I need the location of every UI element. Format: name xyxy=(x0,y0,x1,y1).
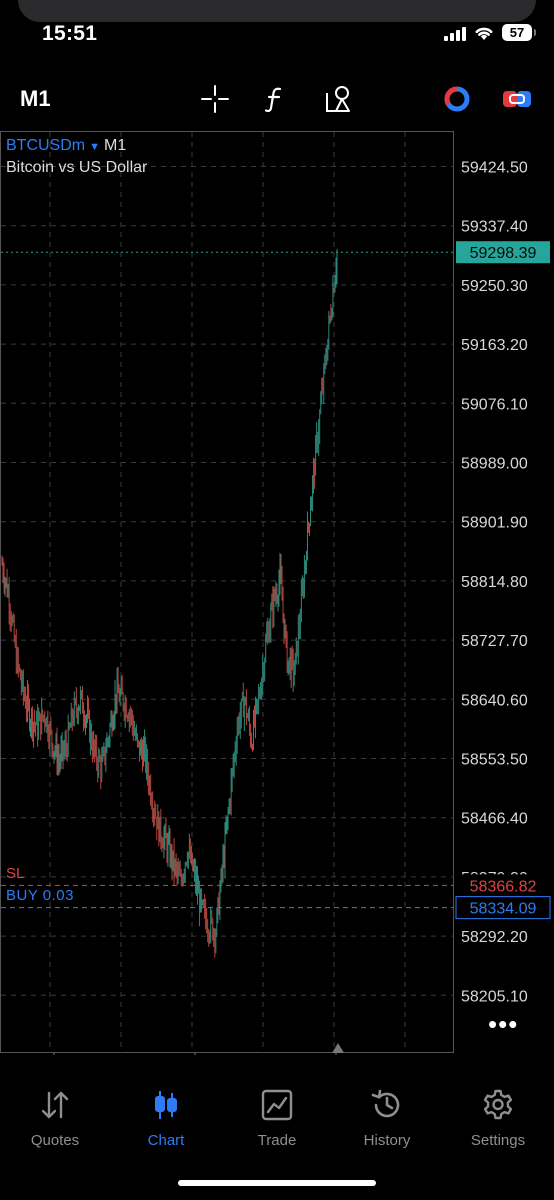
symbol-name[interactable]: BTCUSDm xyxy=(6,137,85,154)
price-axis-label: 58640.60 xyxy=(461,692,528,709)
buy-line-label[interactable]: BUY 0.03 xyxy=(6,887,74,904)
crosshair-icon xyxy=(201,85,229,113)
symbol-dropdown-icon[interactable]: ▼ xyxy=(89,141,100,153)
candles-icon xyxy=(155,1091,177,1119)
function-icon xyxy=(264,87,282,113)
history-clock-icon xyxy=(371,1089,400,1118)
price-axis-label: 58814.80 xyxy=(461,574,528,591)
symbol-description: Bitcoin vs US Dollar xyxy=(6,159,148,176)
price-axis-label: 58466.40 xyxy=(461,811,528,828)
trade-connect-button[interactable] xyxy=(500,82,534,116)
bottom-tab-bar: Quotes Chart Trade History Settings xyxy=(0,1080,554,1160)
price-axis-label: 59250.30 xyxy=(461,278,528,295)
price-axis-label: 59163.20 xyxy=(461,337,528,354)
tab-label-chart: Chart xyxy=(147,1132,185,1149)
buy-price-value: 58334.09 xyxy=(470,901,537,918)
tab-label-history: History xyxy=(363,1132,411,1149)
signals-button[interactable] xyxy=(440,82,474,116)
shapes-icon xyxy=(326,86,350,112)
tab-label-quotes: Quotes xyxy=(30,1132,80,1149)
sl-price-value: 58366.82 xyxy=(470,878,537,895)
chart-frame xyxy=(0,131,454,1053)
tab-quotes[interactable]: Quotes xyxy=(0,1088,110,1149)
price-axis-label: 59076.10 xyxy=(461,396,528,413)
chart-canvas[interactable]: 59424.50 59337.40 59250.30 59163.20 59076.10… xyxy=(0,131,554,1055)
price-axis-label: 58989.00 xyxy=(461,456,528,473)
symbol-timeframe: M1 xyxy=(104,137,127,154)
price-axis-label: 58205.10 xyxy=(461,988,528,1005)
battery-icon: 57 xyxy=(502,24,536,41)
sl-line-label[interactable]: SL xyxy=(6,865,24,882)
cellular-signal-icon xyxy=(444,25,466,41)
wifi-icon xyxy=(475,27,493,40)
status-icons: 57 xyxy=(444,24,536,41)
bid-price-value: 59298.39 xyxy=(470,245,537,262)
price-axis-label: 58901.90 xyxy=(461,515,528,532)
status-time: 15:51 xyxy=(42,22,98,45)
price-axis-label: 58727.70 xyxy=(461,633,528,650)
symbol-header[interactable]: BTCUSDm ▼ M1 xyxy=(6,137,126,155)
price-chart[interactable]: 59424.50 59337.40 59250.30 59163.20 59076.10… xyxy=(0,131,554,1055)
tab-trade[interactable]: Trade xyxy=(222,1088,332,1149)
more-options-icon[interactable]: ••• xyxy=(488,1011,518,1037)
home-indicator xyxy=(178,1180,376,1186)
tab-history[interactable]: History xyxy=(332,1088,442,1149)
timeframe-button[interactable]: M1 xyxy=(20,86,51,112)
objects-button[interactable] xyxy=(322,82,356,116)
gear-icon xyxy=(483,1089,513,1120)
status-bar: 15:51 57 xyxy=(0,0,554,60)
indicators-button[interactable] xyxy=(258,82,292,116)
ring-logo-icon xyxy=(444,86,470,112)
connect-icon xyxy=(503,91,531,107)
chart-toolbar: M1 xyxy=(0,70,554,124)
arrows-updown-icon xyxy=(41,1091,69,1119)
trend-chart-icon xyxy=(261,1089,293,1121)
tab-chart[interactable]: Chart xyxy=(111,1088,221,1149)
price-axis-label: 58292.20 xyxy=(461,929,528,946)
tab-label-settings: Settings xyxy=(470,1132,526,1149)
tab-label-trade: Trade xyxy=(257,1132,297,1149)
price-axis-label: 59337.40 xyxy=(461,219,528,236)
price-axis-label: 58553.50 xyxy=(461,752,528,769)
crosshair-tool-button[interactable] xyxy=(198,82,232,116)
tab-settings[interactable]: Settings xyxy=(443,1088,553,1149)
price-axis-label: 59424.50 xyxy=(461,160,528,177)
